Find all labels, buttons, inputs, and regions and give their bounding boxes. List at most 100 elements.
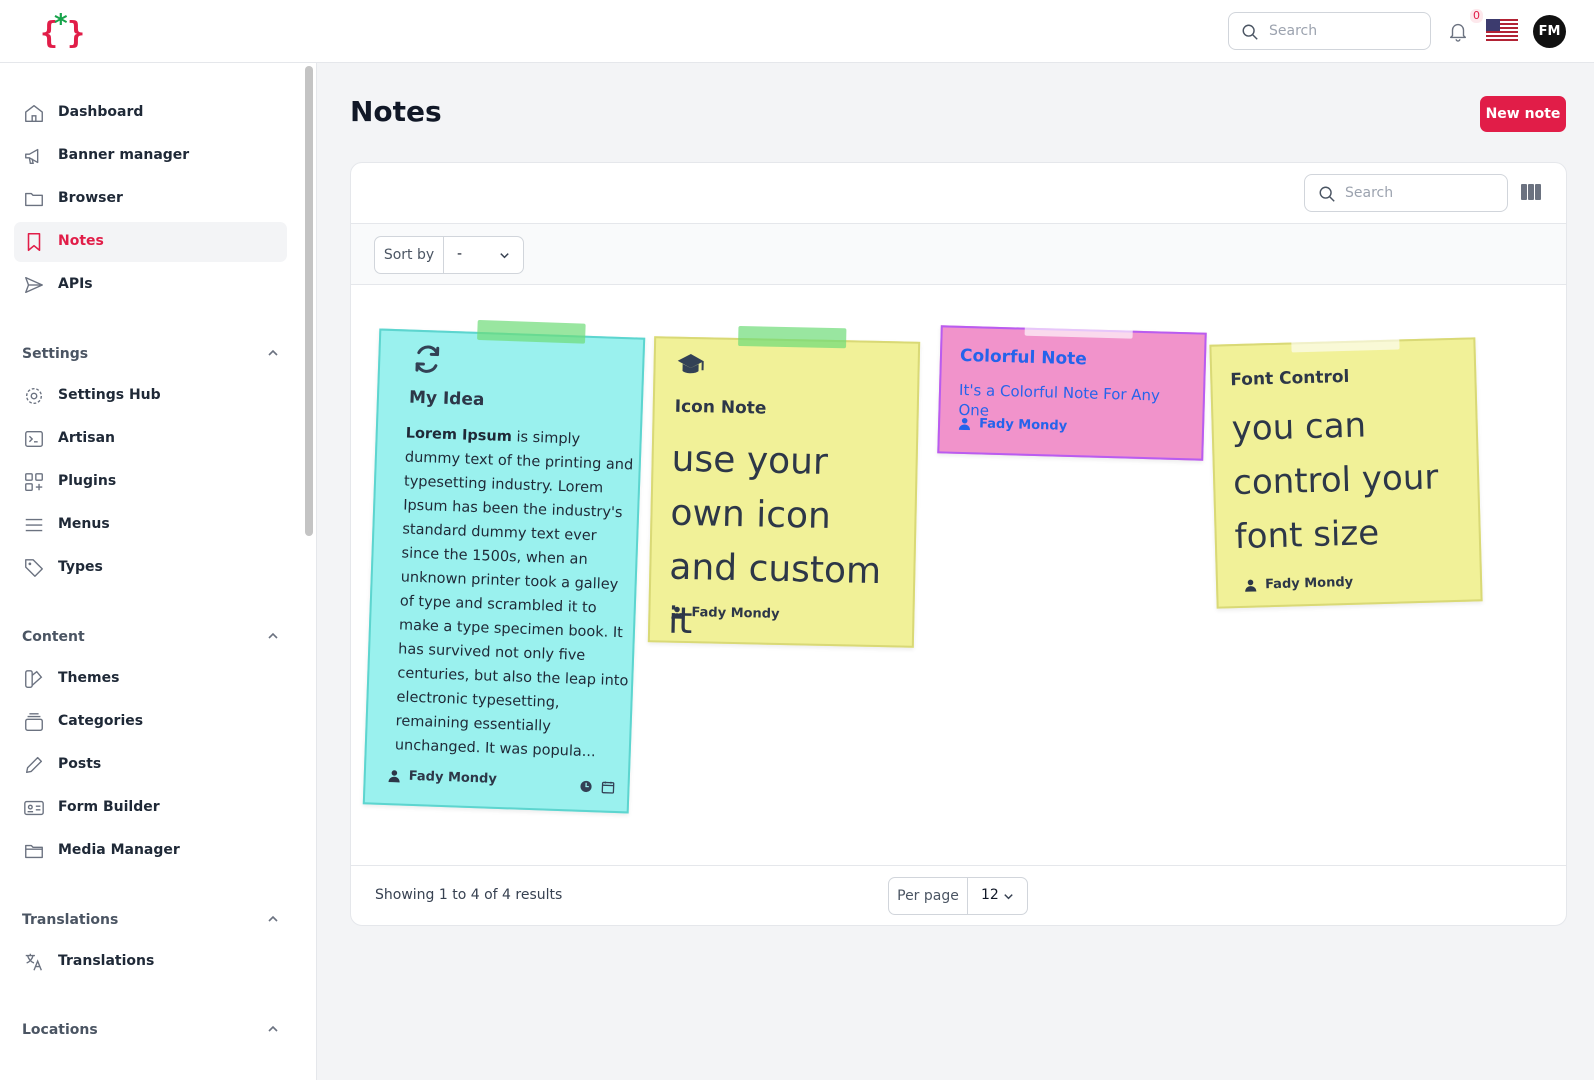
note-card[interactable]: Colorful Note It's a Colorful Note For A… bbox=[937, 315, 1207, 461]
us-flag-icon[interactable] bbox=[1486, 19, 1518, 43]
sort-value: - bbox=[457, 246, 463, 262]
bookmark-icon bbox=[27, 232, 41, 252]
note-body-bold: Lorem Ipsum bbox=[405, 425, 513, 446]
app-logo[interactable]: { } * bbox=[40, 10, 86, 50]
sidebar-item-notes[interactable]: Notes bbox=[14, 222, 287, 262]
sidebar-item-media-manager[interactable]: Media Manager bbox=[14, 831, 287, 871]
columns-icon[interactable] bbox=[1521, 183, 1541, 201]
sidebar-item-label: Media Manager bbox=[58, 842, 180, 858]
note-body: use your own icon and custom it bbox=[667, 438, 882, 643]
sidebar-item-form-builder[interactable]: Form Builder bbox=[14, 788, 287, 828]
per-page-value: 12 bbox=[981, 887, 999, 903]
new-note-button[interactable]: New note bbox=[1480, 96, 1566, 132]
panel-toolbar bbox=[351, 163, 1566, 224]
search-icon bbox=[1319, 186, 1335, 202]
sidebar-group-label: Locations bbox=[22, 1022, 98, 1038]
gear-icon bbox=[25, 387, 43, 405]
global-search[interactable] bbox=[1228, 12, 1431, 50]
user-icon bbox=[671, 606, 683, 619]
sidebar-item-posts[interactable]: Posts bbox=[14, 745, 287, 785]
notes-search[interactable] bbox=[1304, 174, 1508, 212]
sidebar-item-label: Settings Hub bbox=[58, 387, 161, 403]
sidebar-item-plugins[interactable]: Plugins bbox=[14, 462, 287, 502]
sidebar-item-banner-manager[interactable]: Banner manager bbox=[14, 136, 287, 176]
chevron-up-icon bbox=[268, 349, 278, 356]
refresh-icon bbox=[415, 345, 440, 373]
note-author-name: Fady Mondy bbox=[691, 605, 780, 622]
sidebar-item-label: Categories bbox=[58, 713, 144, 729]
svg-text:}: } bbox=[67, 16, 85, 50]
sort-select[interactable]: Sort by - bbox=[374, 236, 524, 274]
grid-plus-icon bbox=[25, 473, 43, 491]
graduation-cap-icon bbox=[677, 354, 704, 374]
note-title: Font Control bbox=[1230, 366, 1350, 391]
note-tape bbox=[1024, 315, 1134, 339]
sidebar-item-label: Types bbox=[58, 559, 103, 575]
sidebar-item-translations[interactable]: Translations bbox=[14, 942, 287, 982]
sidebar-item-label: Artisan bbox=[58, 430, 115, 446]
swatch-icon bbox=[25, 670, 43, 688]
sidebar-item-menus[interactable]: Menus bbox=[14, 505, 287, 545]
note-author: Fady Mondy bbox=[670, 605, 780, 622]
notification-count-badge: 0 bbox=[1470, 9, 1483, 23]
menu-lines-icon bbox=[25, 518, 43, 532]
sidebar-item-apis[interactable]: APIs bbox=[14, 265, 287, 305]
note-author: Fady Mondy bbox=[388, 768, 498, 787]
per-page-select[interactable]: Per page 12 bbox=[888, 877, 1028, 915]
sidebar-item-dashboard[interactable]: Dashboard bbox=[14, 93, 287, 133]
sidebar-item-label: Notes bbox=[58, 233, 104, 249]
note-card[interactable]: Icon Note use your own icon and custom i… bbox=[647, 326, 921, 648]
note-author-name: Fady Mondy bbox=[408, 768, 498, 787]
folder-icon bbox=[25, 192, 43, 207]
svg-text:*: * bbox=[54, 10, 68, 39]
sidebar-item-label: Form Builder bbox=[58, 799, 160, 815]
user-icon bbox=[388, 770, 400, 783]
note-title: My Idea bbox=[408, 387, 485, 411]
pagination-footer: Showing 1 to 4 of 4 results Per page 12 bbox=[351, 865, 1566, 925]
sidebar-scrollbar[interactable] bbox=[305, 66, 313, 536]
note-title: Colorful Note bbox=[959, 345, 1088, 370]
sidebar-item-label: Browser bbox=[58, 190, 123, 206]
sidebar-item-artisan[interactable]: Artisan bbox=[14, 419, 287, 459]
sidebar-item-types[interactable]: Types bbox=[14, 548, 287, 588]
note-card[interactable]: Font Control you can control your font s… bbox=[1209, 329, 1483, 609]
sidebar-item-themes[interactable]: Themes bbox=[14, 659, 287, 699]
bell-icon[interactable] bbox=[1447, 20, 1469, 42]
pencil-icon bbox=[25, 756, 43, 774]
sidebar-item-label: Menus bbox=[58, 516, 110, 532]
clock-icon[interactable] bbox=[579, 780, 592, 793]
sidebar-group-translations[interactable]: Translations bbox=[22, 909, 280, 929]
sidebar-item-label: Banner manager bbox=[58, 147, 190, 163]
sidebar-group-locations[interactable]: Locations bbox=[22, 1019, 280, 1039]
sidebar-group-label: Settings bbox=[22, 346, 89, 362]
calendar-icon[interactable] bbox=[601, 781, 615, 794]
sidebar-group-label: Translations bbox=[22, 912, 119, 928]
sidebar-item-label: Themes bbox=[58, 670, 120, 686]
id-card-icon bbox=[24, 800, 44, 816]
tag-icon bbox=[25, 559, 43, 577]
user-icon bbox=[958, 417, 970, 431]
note-author-name: Fady Mondy bbox=[1264, 574, 1354, 593]
sidebar-item-label: Dashboard bbox=[58, 104, 144, 120]
sidebar: Dashboard Banner manager Browser Notes A… bbox=[0, 63, 317, 1080]
sidebar-item-categories[interactable]: Categories bbox=[14, 702, 287, 742]
note-body: Lorem Ipsum is simply dummy text of the … bbox=[394, 421, 638, 765]
chevron-up-icon bbox=[268, 632, 278, 639]
top-bar: { } * 0 FM bbox=[0, 0, 1594, 63]
sidebar-item-label: Posts bbox=[58, 756, 102, 772]
sidebar-group-settings[interactable]: Settings bbox=[22, 343, 280, 363]
sort-bar: Sort by - bbox=[351, 224, 1566, 285]
notes-search-input[interactable] bbox=[1345, 183, 1495, 203]
note-tape bbox=[738, 326, 847, 349]
sidebar-group-content[interactable]: Content bbox=[22, 626, 280, 646]
sidebar-item-settings-hub[interactable]: Settings Hub bbox=[14, 376, 287, 416]
chevron-down-icon bbox=[1004, 894, 1013, 900]
note-card[interactable]: My Idea Lorem Ipsum is simply dummy text… bbox=[362, 319, 646, 814]
note-author-name: Fady Mondy bbox=[978, 416, 1068, 434]
user-avatar[interactable]: FM bbox=[1533, 15, 1566, 48]
sidebar-item-label: Translations bbox=[58, 953, 155, 969]
sidebar-group-label: Content bbox=[22, 629, 85, 645]
sidebar-item-browser[interactable]: Browser bbox=[14, 179, 287, 219]
global-search-input[interactable] bbox=[1269, 21, 1419, 41]
notes-panel: Sort by - My Idea Lorem Ipsum is simply … bbox=[350, 162, 1567, 926]
